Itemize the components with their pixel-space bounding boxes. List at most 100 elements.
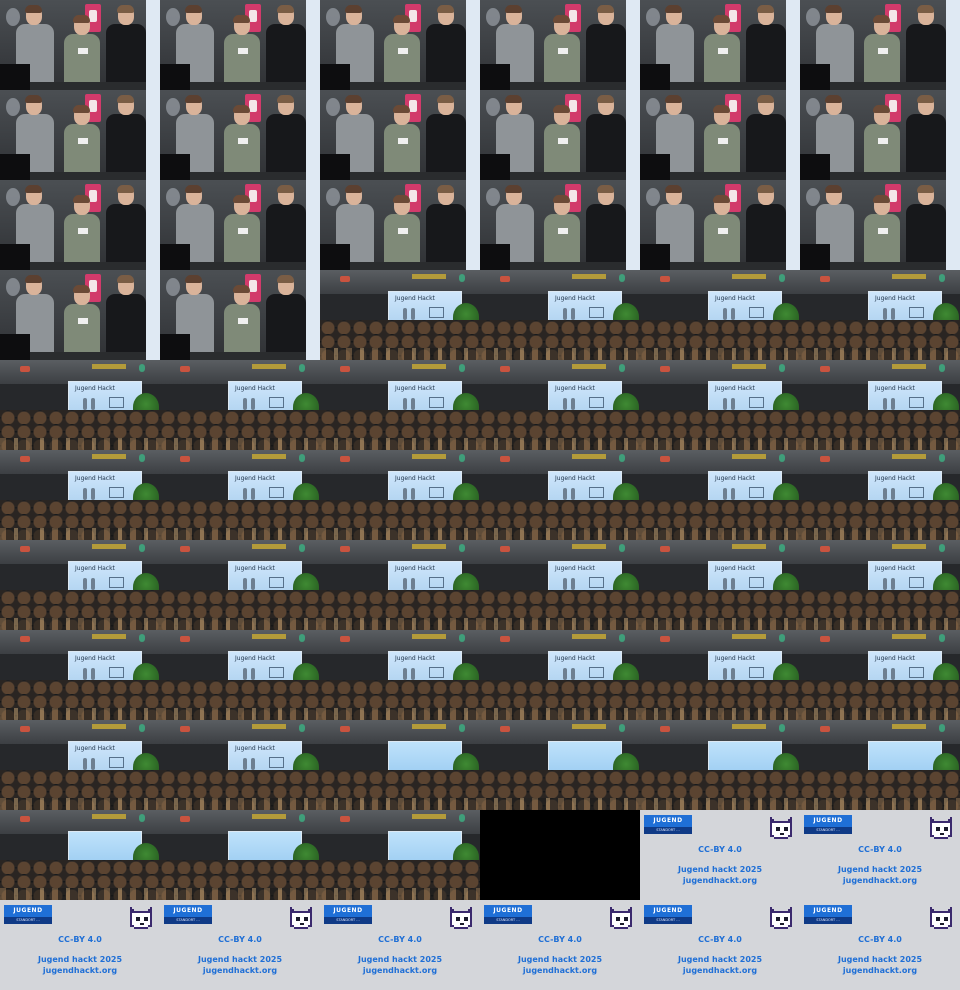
audience-crowd [480, 590, 640, 630]
stage-frame [0, 270, 160, 360]
jugend-hackt-logo: JUGEND HACKTSTANDORT … [644, 815, 692, 836]
banner [92, 724, 126, 729]
presenter-hair [393, 105, 410, 113]
figure-icon [91, 578, 95, 590]
laptop [640, 154, 670, 180]
shirt-print [78, 48, 88, 54]
presenter-body [426, 204, 466, 270]
banner [572, 274, 606, 279]
presenter-body [746, 204, 786, 270]
laptop [160, 64, 190, 90]
event-text: Jugend hackt 2025 [517, 955, 603, 964]
audience-crowd [800, 500, 960, 540]
slide-title: Jugend Hackt [235, 565, 275, 572]
slide-title: Jugend Hackt [715, 475, 755, 482]
banner [892, 544, 926, 549]
window [786, 180, 800, 270]
figure-icon [251, 758, 255, 770]
figure-icon [251, 488, 255, 500]
monitor-icon [909, 307, 924, 318]
sign [500, 456, 510, 462]
presenter-hair [73, 195, 90, 203]
shirt-print [558, 228, 568, 234]
figure-icon [891, 668, 895, 680]
figure-icon [731, 308, 735, 320]
presenter-body [106, 24, 146, 90]
audience-frame: Jugend Hackt [800, 540, 960, 630]
shirt-print [78, 318, 88, 324]
event-text: Jugend hackt 2025 [677, 955, 763, 964]
balloon [326, 8, 340, 26]
presenter-body [266, 24, 306, 90]
audience-frame: Jugend Hackt [0, 630, 160, 720]
tree-sign [139, 814, 145, 822]
figure-icon [723, 668, 727, 680]
banner [92, 634, 126, 639]
audience-crowd [160, 680, 320, 720]
audience-frame [480, 720, 640, 810]
presenter-hair [917, 5, 934, 13]
audience-frame [0, 810, 160, 900]
license-text: CC-BY 4.0 [378, 935, 422, 944]
presenter-body [586, 24, 626, 90]
sign [660, 366, 670, 372]
banner [892, 454, 926, 459]
sign [820, 636, 830, 642]
presenter-hair [277, 95, 294, 103]
presenter-hair [665, 5, 682, 13]
event-text: Jugend hackt 2025 [357, 955, 443, 964]
audience-frame: Jugend Hackt [800, 270, 960, 360]
balloon [806, 188, 820, 206]
stage-frame [640, 180, 800, 270]
license-text: CC-BY 4.0 [698, 935, 742, 944]
sign [20, 546, 30, 552]
audience-frame: Jugend Hackt [640, 540, 800, 630]
audience-crowd [320, 410, 480, 450]
balloon [6, 278, 20, 296]
banner [412, 544, 446, 549]
tree-sign [619, 544, 625, 552]
audience-frame: Jugend Hackt [800, 450, 960, 540]
banner [412, 274, 446, 279]
figure-icon [83, 758, 87, 770]
audience-frame: Jugend Hackt [160, 360, 320, 450]
presenter-body [106, 114, 146, 180]
sign [500, 366, 510, 372]
presenter-hair [233, 195, 250, 203]
presenter-hair [597, 5, 614, 13]
presenter-body [746, 24, 786, 90]
slide-title: Jugend Hackt [555, 385, 595, 392]
tree-sign [299, 634, 305, 642]
figure-icon [883, 488, 887, 500]
laptop [320, 244, 350, 270]
monitor-icon [429, 307, 444, 318]
slide-title: Jugend Hackt [75, 745, 115, 752]
frame-contact-sheet: Jugend Hackt Jugend Hackt Jugend Hackt Juge… [0, 0, 960, 990]
figure-icon [251, 578, 255, 590]
event-text: Jugend hackt 2025 [677, 865, 763, 874]
audience-frame: Jugend Hackt [160, 540, 320, 630]
tree-sign [139, 544, 145, 552]
figure-icon [411, 668, 415, 680]
window [786, 90, 800, 180]
audience-crowd [480, 500, 640, 540]
laptop [160, 244, 190, 270]
jugend-hackt-logo: JUGEND HACKTSTANDORT … [804, 815, 852, 836]
audience-crowd [480, 680, 640, 720]
audience-crowd [800, 410, 960, 450]
monitor-icon [109, 577, 124, 588]
presenter-body [906, 24, 946, 90]
audience-crowd [320, 590, 480, 630]
figure-icon [411, 308, 415, 320]
sign [20, 636, 30, 642]
url-text: jugendhackt.org [842, 966, 918, 975]
presenter-hair [233, 105, 250, 113]
monitor-icon [589, 397, 604, 408]
figure-icon [723, 578, 727, 590]
logo-subtext: STANDORT … [644, 827, 692, 834]
figure-icon [243, 398, 247, 410]
figure-icon [571, 578, 575, 590]
figure-icon [731, 578, 735, 590]
banner [572, 544, 606, 549]
jugend-hackt-logo: JUGEND HACKTSTANDORT … [484, 905, 532, 926]
